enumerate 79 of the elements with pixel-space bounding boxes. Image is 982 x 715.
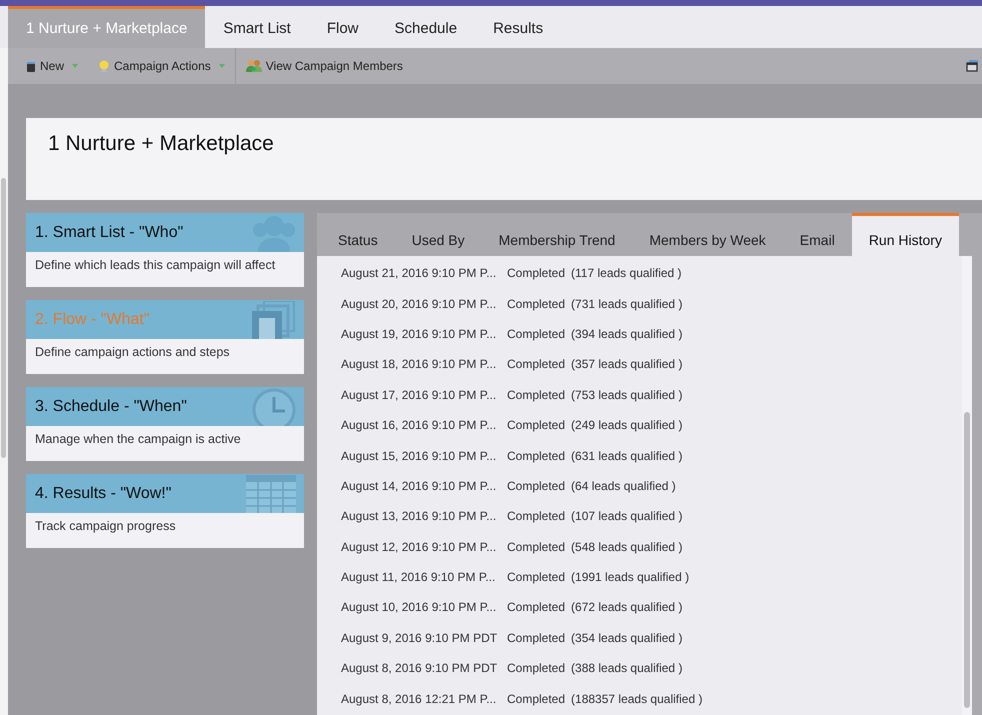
run-result: (188357 leads qualified ) — [571, 692, 702, 706]
tab[interactable]: Smart List — [205, 6, 309, 48]
run-date: August 21, 2016 9:10 PM P... — [341, 266, 498, 280]
run-status: Completed — [507, 448, 566, 463]
run-status: Completed — [507, 600, 566, 614]
run-status: Completed — [507, 296, 566, 311]
tab[interactable]: Flow — [308, 6, 377, 48]
run-status: Completed — [507, 692, 566, 706]
people-icon — [252, 214, 296, 252]
toolbar-button[interactable]: Campaign Actions — [88, 48, 235, 84]
table-icon — [246, 475, 296, 513]
step-header[interactable]: 1. Smart List - "Who" — [26, 213, 304, 252]
run-status: Completed — [507, 509, 566, 524]
tab[interactable]: Status — [321, 213, 395, 256]
run-result: (107 leads qualified ) — [571, 509, 682, 524]
run-date: August 9, 2016 9:10 PM PDT — [341, 630, 498, 645]
run-status: Completed — [507, 570, 566, 584]
run-result: (548 leads qualified ) — [571, 540, 682, 554]
run-result: (731 leads qualified ) — [571, 296, 682, 311]
window-icon[interactable] — [966, 60, 979, 72]
run-result: (672 leads qualified ) — [571, 600, 682, 614]
tab[interactable]: Schedule — [376, 6, 476, 48]
run-date: August 16, 2016 9:10 PM P... — [341, 418, 498, 432]
document-icon — [26, 60, 36, 72]
run-result: (631 leads qualified ) — [571, 448, 682, 463]
run-date: August 13, 2016 9:10 PM P... — [341, 509, 498, 524]
run-status: Completed — [507, 630, 566, 645]
run-status: Completed — [507, 326, 566, 341]
step-title[interactable]: 1. Smart List - "Who" — [35, 224, 184, 242]
step-description: Manage when the campaign is active — [34, 431, 242, 448]
scrollbar[interactable] — [964, 412, 970, 708]
run-status: Completed — [507, 388, 566, 402]
run-date: August 14, 2016 9:10 PM P... — [341, 478, 498, 493]
step-header[interactable]: 4. Results - "Wow!" — [26, 474, 304, 513]
toolbar-button[interactable]: View Campaign Members — [236, 48, 413, 84]
stacked-pages-icon — [252, 301, 296, 339]
run-date: August 15, 2016 9:10 PM P... — [341, 448, 498, 463]
run-result: (64 leads qualified ) — [571, 478, 676, 493]
run-date: August 8, 2016 9:10 PM PDT — [341, 661, 498, 676]
run-result: (388 leads qualified ) — [571, 661, 682, 676]
clock-icon — [252, 388, 296, 426]
tab[interactable]: Used By — [394, 213, 482, 256]
tab[interactable]: Results — [475, 6, 562, 48]
run-result: (394 leads qualified ) — [571, 326, 682, 341]
run-date: August 18, 2016 9:10 PM P... — [341, 357, 498, 372]
run-result: (117 leads qualified ) — [571, 266, 682, 280]
run-result: (753 leads qualified ) — [571, 388, 682, 402]
toolbar-button[interactable]: New — [16, 48, 88, 84]
tab[interactable]: Run History — [852, 213, 959, 256]
step-header[interactable]: 3. Schedule - "When" — [26, 387, 304, 426]
step-title[interactable]: 4. Results - "Wow!" — [35, 484, 172, 502]
lightbulb-icon — [98, 60, 110, 72]
scrollbar[interactable] — [1, 178, 6, 458]
run-date: August 19, 2016 9:10 PM P... — [341, 326, 498, 341]
run-date: August 8, 2016 12:21 PM P... — [341, 692, 498, 706]
run-result: (1991 leads qualified ) — [571, 570, 690, 584]
run-status: Completed — [507, 661, 566, 676]
tab[interactable]: Email — [782, 213, 852, 256]
step-title[interactable]: 3. Schedule - "When" — [35, 398, 187, 416]
run-status: Completed — [507, 478, 566, 493]
run-date: August 11, 2016 9:10 PM P... — [341, 570, 496, 584]
run-result: (357 leads qualified ) — [571, 357, 682, 372]
run-date: August 10, 2016 9:10 PM P... — [341, 600, 498, 614]
step-description: Define which leads this campaign will affect — [34, 257, 276, 274]
run-status: Completed — [507, 266, 566, 280]
run-status: Completed — [507, 540, 566, 554]
campaign-title: 1 Nurture + Marketplace — [48, 132, 274, 156]
run-result: (249 leads qualified ) — [571, 418, 682, 432]
step-description: Track campaign progress — [34, 518, 177, 535]
run-status: Completed — [507, 357, 566, 372]
run-date: August 20, 2016 9:10 PM P... — [341, 296, 498, 311]
step-description: Define campaign actions and steps — [34, 344, 231, 361]
tab[interactable]: Members by Week — [632, 213, 783, 256]
run-status: Completed — [507, 418, 566, 432]
tab[interactable]: Membership Trend — [482, 213, 632, 256]
people-icon — [246, 59, 262, 73]
run-result: (354 leads qualified ) — [571, 630, 682, 645]
run-date: August 12, 2016 9:10 PM P... — [341, 540, 498, 554]
run-date: August 17, 2016 9:10 PM P... — [341, 388, 498, 402]
